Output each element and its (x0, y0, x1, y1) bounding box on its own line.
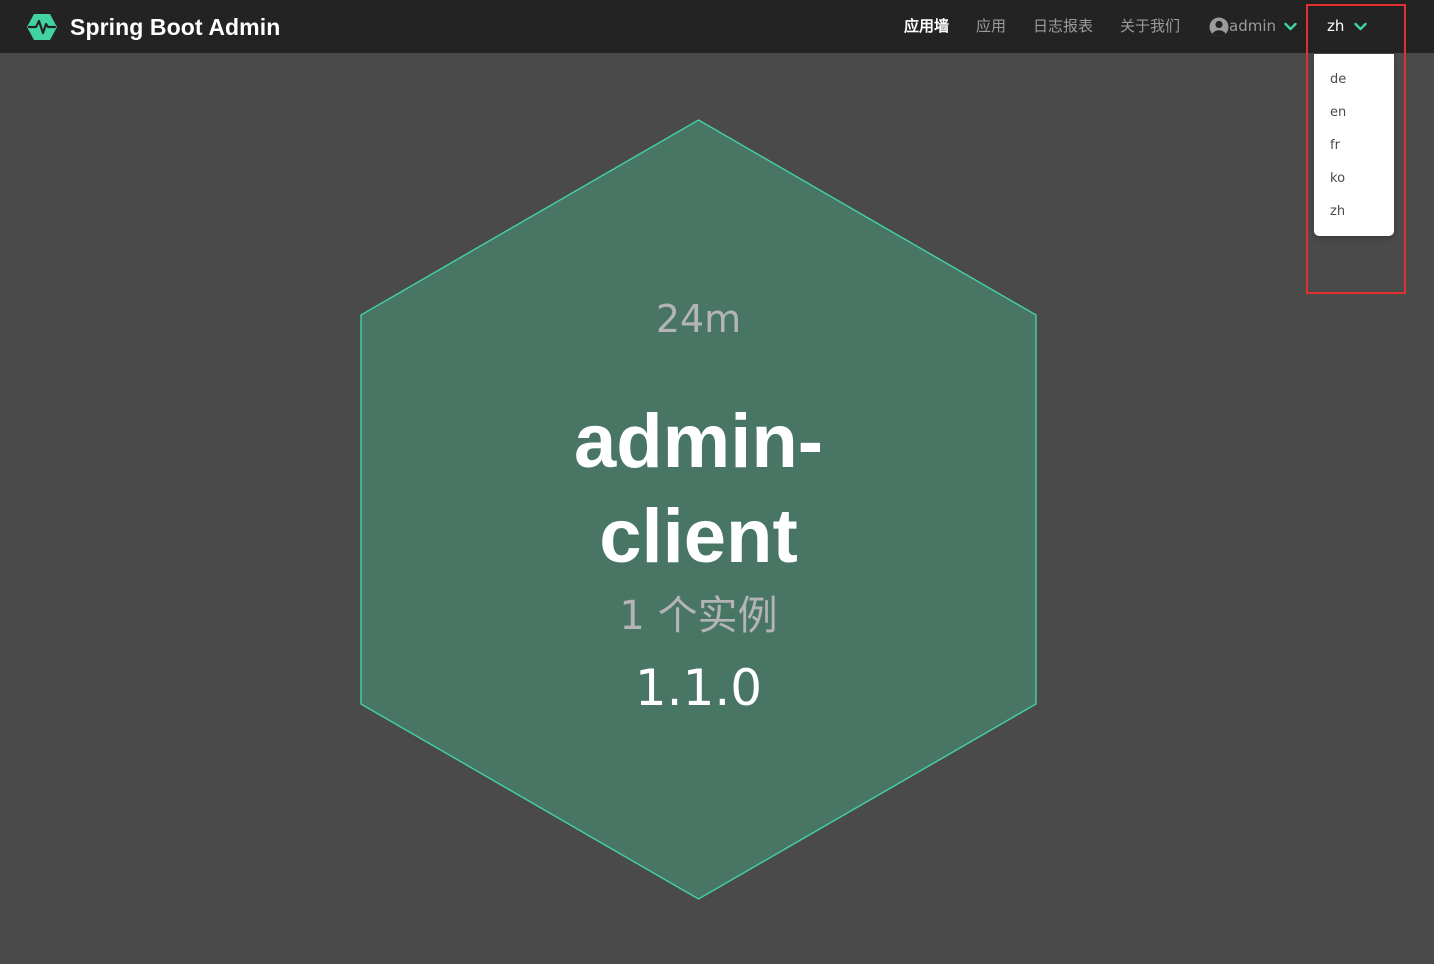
user-menu-toggle[interactable]: admin (1209, 0, 1297, 53)
top-navbar: Spring Boot Admin 应用墙 应用 日志报表 关于我们 admin… (0, 0, 1434, 53)
brand-title: Spring Boot Admin (70, 13, 281, 40)
language-dropdown-menu: de en fr ko zh (1314, 54, 1394, 236)
user-name: admin (1229, 17, 1276, 35)
language-option-ko[interactable]: ko (1314, 162, 1394, 195)
application-instance-count: 1 个实例 (619, 593, 778, 639)
application-uptime: 24m (655, 297, 742, 341)
language-option-fr[interactable]: fr (1314, 129, 1394, 162)
application-hexagon-admin-client[interactable]: 24m admin-client 1 个实例 1.1.0 (360, 119, 1037, 900)
nav-wallboard[interactable]: 应用墙 (904, 0, 949, 53)
nav-log-reports[interactable]: 日志报表 (1033, 0, 1093, 53)
application-version: 1.1.0 (634, 659, 763, 717)
chevron-down-icon (1354, 22, 1368, 31)
language-option-de[interactable]: de (1314, 63, 1394, 96)
nav-about-us[interactable]: 关于我们 (1120, 0, 1180, 53)
nav-applications[interactable]: 应用 (976, 0, 1006, 53)
selected-language: zh (1327, 17, 1345, 35)
application-name: admin-client (573, 399, 824, 579)
language-option-zh[interactable]: zh (1314, 195, 1394, 228)
heartbeat-hexagon-icon (27, 14, 57, 40)
brand-link[interactable]: Spring Boot Admin (26, 11, 280, 43)
language-menu-toggle[interactable]: zh (1327, 0, 1368, 53)
language-option-en[interactable]: en (1314, 96, 1394, 129)
chevron-down-icon (1284, 22, 1297, 31)
user-circle-icon (1209, 17, 1229, 36)
